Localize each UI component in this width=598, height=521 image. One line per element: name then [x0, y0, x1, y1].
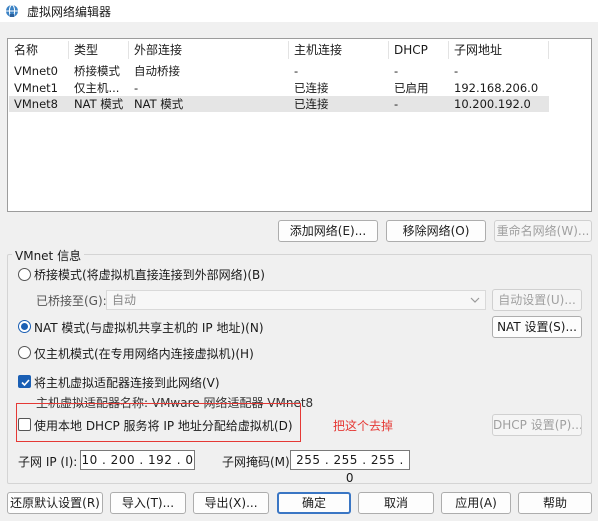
- annotation-highlight-box: [16, 403, 301, 442]
- table-row-selected[interactable]: VMnet8 NAT 模式 NAT 模式 已连接 - 10.200.192.0: [9, 96, 549, 112]
- restore-defaults-button[interactable]: 还原默认设置(R): [7, 492, 103, 514]
- cell-dhcp: -: [394, 97, 399, 111]
- chevron-down-icon: [470, 297, 480, 303]
- bridged-mode-label[interactable]: 桥接模式(将虚拟机直接连接到外部网络)(B): [34, 266, 265, 283]
- help-button[interactable]: 帮助: [518, 492, 592, 514]
- subnet-mask-label: 子网掩码(M):: [222, 455, 294, 469]
- remove-network-button[interactable]: 移除网络(O): [386, 220, 486, 242]
- cell-external: -: [134, 81, 139, 95]
- column-header-dhcp[interactable]: DHCP: [388, 41, 448, 59]
- window-title: 虚拟网络编辑器: [27, 5, 112, 19]
- cell-subnet: 192.168.206.0: [454, 81, 539, 95]
- cell-subnet: -: [454, 64, 459, 78]
- cell-name: VMnet8: [14, 97, 58, 111]
- column-header-type[interactable]: 类型: [68, 41, 128, 59]
- subnet-ip-label: 子网 IP (I):: [18, 455, 78, 469]
- export-button[interactable]: 导出(X)...: [193, 492, 269, 514]
- cell-subnet: 10.200.192.0: [454, 97, 531, 111]
- subnet-mask-input[interactable]: 255 . 255 . 255 . 0: [290, 450, 410, 485]
- vmnet-info-title: VMnet 信息: [12, 247, 85, 264]
- cell-external: 自动桥接: [134, 64, 180, 78]
- nat-mode-radio[interactable]: [18, 320, 31, 333]
- connect-adapter-checkbox[interactable]: [18, 375, 31, 388]
- annotation-text: 把这个去掉: [333, 419, 394, 433]
- cell-dhcp: 已启用: [394, 81, 429, 95]
- column-header-external[interactable]: 外部连接: [128, 41, 288, 59]
- dhcp-settings-button[interactable]: DHCP 设置(P)...: [492, 414, 582, 436]
- cell-host: 已连接: [294, 97, 329, 111]
- cell-external: NAT 模式: [134, 97, 184, 111]
- cell-host: -: [294, 64, 299, 78]
- cell-name: VMnet0: [14, 64, 58, 78]
- import-button[interactable]: 导入(T)...: [110, 492, 186, 514]
- nat-mode-label[interactable]: NAT 模式(与虚拟机共享主机的 IP 地址)(N): [34, 319, 264, 336]
- host-only-mode-label[interactable]: 仅主机模式(在专用网络内连接虚拟机)(H): [34, 345, 254, 362]
- cell-host: 已连接: [294, 81, 329, 95]
- checkmark-icon: [21, 379, 30, 387]
- ok-button[interactable]: 确定: [277, 492, 351, 514]
- cell-type: 桥接模式: [74, 64, 120, 78]
- rename-network-button[interactable]: 重命名网络(W)...: [494, 220, 592, 242]
- network-list[interactable]: 名称 类型 外部连接 主机连接 DHCP 子网地址 VMnet0 桥接模式 自动…: [7, 38, 592, 212]
- network-globe-icon: [6, 4, 18, 18]
- auto-settings-button[interactable]: 自动设置(U)...: [492, 289, 582, 311]
- bridged-mode-radio[interactable]: [18, 268, 31, 281]
- add-network-button[interactable]: 添加网络(E)...: [278, 220, 378, 242]
- cancel-button[interactable]: 取消: [358, 492, 434, 514]
- title-bar: 虚拟网络编辑器: [0, 0, 598, 22]
- bridged-to-select[interactable]: 自动: [106, 290, 486, 310]
- apply-button[interactable]: 应用(A): [441, 492, 511, 514]
- cell-type: 仅主机...: [74, 81, 120, 95]
- column-header-host[interactable]: 主机连接: [288, 41, 388, 59]
- cell-dhcp: -: [394, 64, 399, 78]
- connect-adapter-label[interactable]: 将主机虚拟适配器连接到此网络(V): [34, 374, 220, 391]
- nat-settings-button[interactable]: NAT 设置(S)...: [492, 316, 582, 338]
- table-row[interactable]: VMnet0 桥接模式 自动桥接 - - -: [9, 63, 549, 79]
- column-header-subnet[interactable]: 子网地址: [448, 41, 548, 59]
- subnet-ip-input[interactable]: 10 . 200 . 192 . 0: [80, 450, 195, 470]
- cell-name: VMnet1: [14, 81, 58, 95]
- cell-type: NAT 模式: [74, 97, 124, 111]
- bridged-to-label: 已桥接至(G):: [36, 294, 107, 308]
- bridged-to-value: 自动: [112, 293, 137, 307]
- table-row[interactable]: VMnet1 仅主机... - 已连接 已启用 192.168.206.0: [9, 80, 549, 96]
- host-only-mode-radio[interactable]: [18, 346, 31, 359]
- column-header-name[interactable]: 名称: [8, 41, 68, 59]
